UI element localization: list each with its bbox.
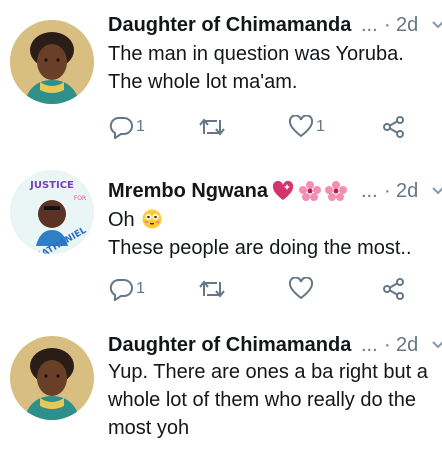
ellipsis: ... <box>361 14 378 36</box>
like-count: 1 <box>316 118 325 135</box>
tweet-text-line: Oh <box>108 209 135 231</box>
tweet-text-line: The whole lot ma'am. <box>108 71 298 93</box>
tweet-text-line: These people are doing the most.. <box>108 237 412 259</box>
separator-dot: · <box>384 334 391 356</box>
tweet-text-line: whole lot of them who really do the <box>108 389 416 411</box>
tweet-text: Oh These people are doing the most.. <box>108 206 442 262</box>
retweet-icon <box>199 280 225 298</box>
timestamp[interactable]: 2d <box>396 176 418 206</box>
reply-count: 1 <box>136 280 145 297</box>
separator-dot: · <box>384 180 391 202</box>
reply-icon <box>109 279 133 301</box>
avatar[interactable]: JUSTICE FOR NATHANIEL <box>10 170 94 254</box>
sparkling-heart-emoji <box>273 181 294 200</box>
share-button[interactable] <box>382 114 406 140</box>
tweet-text-line: The man in question was Yoruba. <box>108 43 404 65</box>
timestamp[interactable]: 2d <box>396 10 418 40</box>
like-icon <box>288 277 314 300</box>
avatar[interactable] <box>10 336 94 420</box>
display-name[interactable]: Mrembo Ngwana <box>108 176 268 206</box>
display-name[interactable]: Daughter of Chimamanda <box>108 330 351 360</box>
avatar-text-for: FOR <box>74 195 86 202</box>
avatar-text-top: JUSTICE <box>29 180 74 191</box>
tweet[interactable]: Daughter of Chimamanda ... · 2d Yup. The… <box>0 310 442 449</box>
retweet-button[interactable] <box>198 276 226 302</box>
cherry-blossom-emoji <box>325 181 348 201</box>
reply-button[interactable]: 1 <box>108 276 145 302</box>
avatar[interactable] <box>10 20 94 104</box>
like-button[interactable]: 1 <box>288 114 325 140</box>
share-button[interactable] <box>382 276 406 302</box>
like-icon <box>288 115 314 138</box>
tweet[interactable]: Daughter of Chimamanda ... · 2d The man … <box>0 0 442 150</box>
chevron-down-icon[interactable] <box>432 184 442 198</box>
like-button[interactable] <box>288 276 314 302</box>
retweet-icon <box>199 118 225 136</box>
tweet-text: Yup. There are ones a ba right but a who… <box>108 358 442 442</box>
tweet[interactable]: JUSTICE FOR NATHANIEL Mrembo Ngwana ... … <box>0 150 442 310</box>
chevron-down-icon[interactable] <box>432 18 442 32</box>
tweet-text: The man in question was Yoruba. The whol… <box>108 40 442 96</box>
tweet-text-line: Yup. There are ones a ba right but a <box>108 361 428 383</box>
share-icon <box>383 278 404 300</box>
reply-icon <box>109 117 133 139</box>
flushed-face-emoji <box>142 209 162 229</box>
chevron-down-icon[interactable] <box>432 338 442 352</box>
tweet-text-line: most yoh <box>108 417 190 439</box>
retweet-button[interactable] <box>198 114 226 140</box>
separator-dot: · <box>384 14 391 36</box>
cherry-blossom-emoji <box>298 181 321 201</box>
ellipsis: ... <box>361 180 378 202</box>
action-bar: 1 <box>108 276 442 302</box>
display-name[interactable]: Daughter of Chimamanda <box>108 10 351 40</box>
ellipsis: ... <box>361 334 378 356</box>
reply-button[interactable]: 1 <box>108 114 145 140</box>
action-bar: 1 1 <box>108 114 442 140</box>
timestamp[interactable]: 2d <box>396 330 418 360</box>
share-icon <box>383 116 404 138</box>
reply-count: 1 <box>136 118 145 135</box>
